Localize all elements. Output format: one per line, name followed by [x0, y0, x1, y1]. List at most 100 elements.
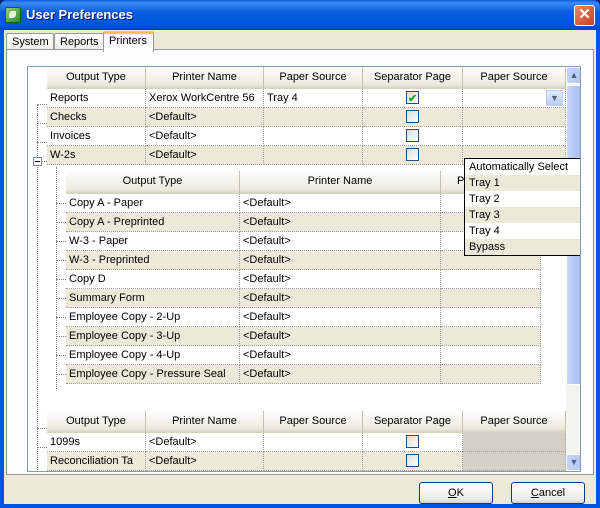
cell-printer-name[interactable]: <Default> — [146, 433, 264, 452]
cell-output-type[interactable]: W-3 - Paper — [66, 232, 240, 251]
cell-printer-name[interactable]: <Default> — [240, 327, 441, 346]
printers-tab-panel: Output Type Printer Name Paper Source Se… — [6, 49, 594, 475]
dropdown-option[interactable]: Tray 2 — [465, 191, 580, 207]
cell-paper-source[interactable] — [264, 452, 363, 471]
tree-line — [56, 241, 66, 242]
cell-printer-name[interactable]: <Default> — [146, 452, 264, 471]
tab-printers[interactable]: Printers — [103, 31, 154, 52]
column-header-paper-source-2[interactable]: Paper Source — [463, 67, 566, 89]
child-column-header-printer-name[interactable]: Printer Name — [240, 171, 441, 194]
cell-output-type[interactable] — [47, 471, 146, 472]
cell-output-type[interactable]: Checks — [47, 108, 146, 127]
cell-paper-source[interactable] — [264, 471, 363, 472]
separator-page-checkbox[interactable] — [406, 110, 419, 123]
dropdown-option[interactable]: Tray 3 — [465, 207, 580, 223]
close-button[interactable]: ✕ — [574, 5, 595, 26]
cell-output-type[interactable]: Copy D — [66, 270, 240, 289]
cell-output-type[interactable]: Employee Copy - Pressure Seal — [66, 365, 240, 384]
app-icon — [5, 7, 21, 23]
cell-output-type[interactable]: W-2s — [47, 146, 146, 165]
column-header-output-type[interactable]: Output Type — [47, 411, 146, 433]
cell-output-type[interactable]: Copy A - Paper — [66, 194, 240, 213]
column-header-paper-source[interactable]: Paper Source — [264, 411, 363, 433]
cell-separator-page — [363, 108, 463, 127]
cancel-button[interactable]: Cancel — [511, 482, 585, 504]
cell-paper-source-2[interactable] — [463, 127, 566, 146]
cell-printer-name[interactable]: <Default> — [240, 289, 441, 308]
separator-page-checkbox[interactable] — [406, 129, 419, 142]
cell-paper-source[interactable] — [441, 289, 541, 308]
dialog-client-area: System Reports Printers Output Type Prin… — [4, 30, 596, 504]
column-header-separator-page[interactable]: Separator Page — [363, 411, 463, 433]
separator-page-checkbox[interactable] — [406, 454, 419, 467]
cell-printer-name[interactable]: <Default> — [146, 127, 264, 146]
tree-line — [37, 104, 38, 114]
dropdown-option[interactable]: Automatically Select — [465, 159, 580, 175]
column-header-output-type[interactable]: Output Type — [47, 67, 146, 89]
cell-output-type[interactable]: Invoices — [47, 127, 146, 146]
column-header-printer-name[interactable]: Printer Name — [146, 67, 264, 89]
column-header-separator-page[interactable]: Separator Page — [363, 67, 463, 89]
dropdown-option[interactable]: Tray 1 — [465, 175, 580, 191]
vertical-scrollbar[interactable]: ▲ ▼ — [566, 67, 580, 471]
chevron-down-icon[interactable]: ▼ — [546, 90, 563, 106]
cell-printer-name[interactable]: <Default> — [240, 346, 441, 365]
cell-output-type[interactable]: Copy A - Preprinted — [66, 213, 240, 232]
cell-output-type[interactable]: Reconciliation Ta — [47, 452, 146, 471]
collapse-minus-icon[interactable] — [33, 157, 42, 166]
chevron-down-icon[interactable]: ▼ — [566, 454, 580, 471]
cell-paper-source[interactable]: Tray 4 — [264, 89, 363, 108]
separator-page-checkbox[interactable] — [406, 148, 419, 161]
cell-paper-source[interactable] — [441, 308, 541, 327]
cell-output-type[interactable]: Summary Form — [66, 289, 240, 308]
separator-page-checkbox[interactable] — [406, 435, 419, 448]
cell-printer-name[interactable]: <Default> — [240, 213, 441, 232]
cell-output-type[interactable]: Reports — [47, 89, 146, 108]
child-column-header-output-type[interactable]: Output Type — [66, 171, 240, 194]
cell-printer-name[interactable]: Xerox WorkCentre 56 — [146, 89, 264, 108]
separator-page-checkbox[interactable] — [406, 471, 419, 472]
cell-printer-name[interactable]: <Default> — [146, 108, 264, 127]
cell-output-type[interactable]: Employee Copy - 3-Up — [66, 327, 240, 346]
column-header-printer-name[interactable]: Printer Name — [146, 411, 264, 433]
cell-printer-name[interactable]: <Default> — [240, 232, 441, 251]
cell-output-type[interactable]: Employee Copy - 2-Up — [66, 308, 240, 327]
dropdown-option[interactable]: Tray 4 — [465, 223, 580, 239]
cell-paper-source[interactable] — [441, 346, 541, 365]
cell-output-type[interactable]: Employee Copy - 4-Up — [66, 346, 240, 365]
cell-separator-page — [363, 127, 463, 146]
cell-printer-name[interactable]: <Default> — [240, 365, 441, 384]
column-header-paper-source-2[interactable]: Paper Source — [463, 411, 566, 433]
cell-printer-name[interactable]: <Default> — [240, 308, 441, 327]
cell-printer-name[interactable]: <Default> — [146, 146, 264, 165]
cell-printer-name[interactable] — [146, 471, 264, 472]
cell-separator-page — [363, 433, 463, 452]
cell-paper-source[interactable] — [264, 108, 363, 127]
cell-printer-name[interactable]: <Default> — [240, 194, 441, 213]
cell-output-type[interactable]: 1099s — [47, 433, 146, 452]
cell-paper-source[interactable] — [264, 433, 363, 452]
separator-page-checkbox[interactable] — [406, 90, 419, 107]
chevron-up-icon[interactable]: ▲ — [566, 67, 580, 84]
tree-line — [56, 355, 66, 356]
cancel-label: ancel — [538, 487, 566, 499]
cell-printer-name[interactable]: <Default> — [240, 270, 441, 289]
title-bar[interactable]: User Preferences ✕ — [0, 0, 600, 30]
tree-line — [56, 203, 66, 204]
ok-button[interactable]: OK — [419, 482, 493, 504]
cell-output-type[interactable]: W-3 - Preprinted — [66, 251, 240, 270]
cell-paper-source-2[interactable] — [463, 108, 566, 127]
tree-line — [56, 279, 66, 280]
paper-source-dropdown-list[interactable]: Automatically Select Tray 1 Tray 2 Tray 3 Tr… — [464, 158, 580, 256]
column-header-paper-source[interactable]: Paper Source — [264, 67, 363, 89]
cell-paper-source[interactable] — [264, 146, 363, 165]
cell-paper-source-2 — [463, 471, 566, 472]
cell-printer-name[interactable]: <Default> — [240, 251, 441, 270]
cell-paper-source[interactable] — [441, 270, 541, 289]
tree-line — [37, 428, 47, 429]
cell-paper-source[interactable] — [441, 365, 541, 384]
dropdown-option[interactable]: Bypass — [465, 239, 580, 255]
cell-paper-source[interactable] — [264, 127, 363, 146]
cell-paper-source-2[interactable]: ▼ — [463, 89, 566, 108]
cell-paper-source[interactable] — [441, 327, 541, 346]
